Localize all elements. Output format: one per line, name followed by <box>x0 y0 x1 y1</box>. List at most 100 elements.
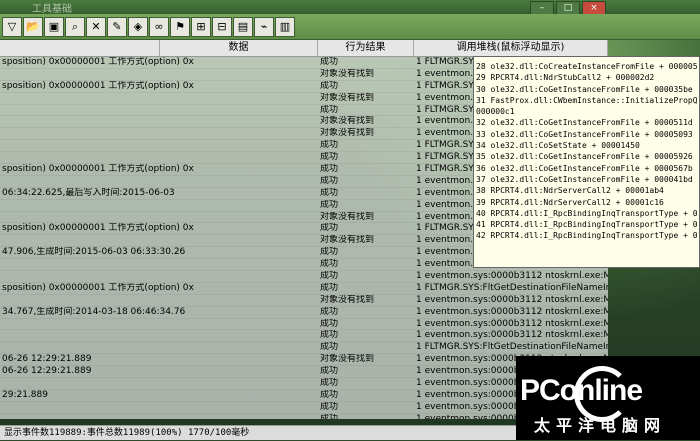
cell-data <box>0 378 318 389</box>
toolbar: ▽ 📂 ▣ ⌕ ✕ ✎ ◈ ∞ ⚑ ⊞ ⊟ ▤ ⌁ ▥ <box>0 14 700 40</box>
table-row[interactable]: sposition) 0x00000001 工作方式(option) 0x 成功 1… <box>0 283 608 295</box>
stack-frame-line: 35 ole32.dll:CoGetInstanceFromFile + 000… <box>476 152 693 162</box>
cell-data: 29:21.889 <box>2 389 48 400</box>
column-header-stack[interactable]: 调用堆栈(鼠标浮动显示) <box>414 40 608 56</box>
cell-data <box>0 140 318 151</box>
cell-stack: 1 eventmon.sys:0000b3112 ntoskrnl.exe:Mm… <box>416 271 608 282</box>
window-title-bar: 工具基础 – □ × <box>0 0 700 15</box>
find-icon[interactable]: ⌕ <box>65 16 85 37</box>
table-row[interactable]: 对象没有找到 1 eventmon.sys:0000b3112 ntoskrnl.… <box>0 295 608 307</box>
column-header-data[interactable]: 数据 <box>160 40 318 56</box>
cell-result: 成功 <box>320 366 339 377</box>
cell-result: 成功 <box>320 389 339 400</box>
cell-result: 成功 <box>320 175 339 186</box>
filter-icon[interactable]: ▽ <box>2 16 22 37</box>
cell-data <box>0 105 318 116</box>
cell-result: 对象没有找到 <box>320 68 375 79</box>
cell-data <box>0 235 318 246</box>
logo-latin: PConline <box>520 374 643 407</box>
cell-result: 成功 <box>320 330 339 341</box>
maximize-button[interactable]: □ <box>556 1 580 15</box>
cell-result: 成功 <box>320 164 339 175</box>
cell-result: 对象没有找到 <box>320 294 375 305</box>
stack-frame-line: 32 ole32.dll:CoGetInstanceFromFile + 000… <box>476 118 693 128</box>
save-icon[interactable]: ▣ <box>44 16 64 37</box>
cell-result: 成功 <box>320 259 339 270</box>
cell-stack: 1 eventmon.sys:0000b3112 ntoskrnl.exe:Mm… <box>416 306 608 317</box>
cell-data <box>0 152 318 163</box>
cell-data: sposition) 0x00000001 工作方式(option) 0x <box>2 223 194 234</box>
cell-result: 成功 <box>320 247 339 258</box>
cell-result: 对象没有找到 <box>320 354 375 365</box>
stack-frame-line: 33 ole32.dll:CoGetInstanceFromFile + 000… <box>476 129 693 139</box>
cell-data <box>0 330 318 341</box>
cell-data <box>0 212 318 223</box>
binoculars-icon[interactable]: ∞ <box>149 16 169 37</box>
cell-result: 成功 <box>320 271 339 282</box>
table-row[interactable]: 成功 1 FLTMGR.SYS:FltGetDestinationFileName… <box>0 342 608 355</box>
cell-result: 成功 <box>320 342 339 353</box>
stack-frame-line: 31 FastProx.dll:CWbemInstance::Initializ… <box>476 95 697 105</box>
highlight-icon[interactable]: ◈ <box>128 16 148 37</box>
close-button[interactable]: × <box>582 1 606 15</box>
cell-result: 成功 <box>320 140 339 151</box>
table-row[interactable]: 成功 1 eventmon.sys:0000b3112 ntoskrnl.exe:… <box>0 271 608 283</box>
profiling-icon[interactable]: ▥ <box>275 16 295 37</box>
stack-frame-line: 41 RPCRT4.dll:I_RpcBindingInqTransportTy… <box>476 220 697 230</box>
flag-icon[interactable]: ⚑ <box>170 16 190 37</box>
cell-data <box>0 200 318 211</box>
cell-result: 对象没有找到 <box>320 116 375 127</box>
stack-frame-line: 38 RPCRT4.dll:NdrServerCall2 + 00001ab4 <box>476 186 664 196</box>
cell-stack: 1 FLTMGR.SYS:FltGetDestinationFileNameIn… <box>416 282 608 293</box>
registry-icon[interactable]: ⊟ <box>212 16 232 37</box>
cell-result: 成功 <box>320 199 339 210</box>
stack-frame-line: 39 RPCRT4.dll:NdrServerCall2 + 00001c16 <box>476 197 664 207</box>
cell-result: 成功 <box>320 306 339 317</box>
cell-data <box>0 116 318 127</box>
cell-result: 对象没有找到 <box>320 235 375 246</box>
cell-data <box>0 402 318 413</box>
open-icon[interactable]: 📂 <box>23 16 43 37</box>
window-title: 工具基础 <box>32 4 72 15</box>
cell-data: 47.906,生成时间:2015-06-03 06:33:30.26 <box>2 247 186 258</box>
column-header-result[interactable]: 行为结果 <box>318 40 414 56</box>
column-header-detail[interactable] <box>0 40 160 56</box>
cell-data: 06-26 12:29:21.889 <box>2 366 92 377</box>
cell-data <box>0 128 318 139</box>
cell-data <box>0 176 318 187</box>
cell-data: 34.767,生成时间:2014-03-18 06:46:34.76 <box>2 306 186 317</box>
stack-frame-line: 000000c1 <box>476 107 515 117</box>
cell-data: sposition) 0x00000001 工作方式(option) 0x <box>2 80 194 91</box>
cell-result: 成功 <box>320 104 339 115</box>
cell-data: 06-26 12:29:21.889 <box>2 354 92 365</box>
stack-frame-line: 30 ole32.dll:CoGetInstanceFromFile + 000… <box>476 84 693 94</box>
cell-data: sposition) 0x00000001 工作方式(option) 0x <box>2 164 194 175</box>
table-row[interactable]: 成功 1 eventmon.sys:0000b3112 ntoskrnl.exe:… <box>0 319 608 331</box>
table-row[interactable]: 成功 1 eventmon.sys:0000b3112 ntoskrnl.exe:… <box>0 330 608 343</box>
network-icon[interactable]: ⌁ <box>254 16 274 37</box>
cell-data <box>0 259 318 270</box>
stack-frame-line: 34 ole32.dll:CoSetState + 00001450 <box>476 141 640 151</box>
pconline-watermark: PConline 太平洋电脑网 <box>516 356 700 440</box>
cell-result: 成功 <box>320 318 339 329</box>
cell-data: sposition) 0x00000001 工作方式(option) 0x <box>2 282 194 293</box>
stack-frame-line: 29 RPCRT4.dll:NdrStubCall2 + 000002d2 <box>476 73 655 83</box>
cell-result: 成功 <box>320 282 339 293</box>
table-row[interactable]: 34.767,生成时间:2014-03-18 06:46:34.76 成功 1 ev… <box>0 307 608 319</box>
minimize-button[interactable]: – <box>530 1 554 15</box>
cell-stack: 1 eventmon.sys:0000b3112 ntoskrnl.exe:Mm… <box>416 294 608 305</box>
file-icon[interactable]: ▤ <box>233 16 253 37</box>
cell-data: 06:34:22.625,最后写入时间:2015-06-03 <box>2 187 175 198</box>
cell-data <box>0 93 318 104</box>
call-stack-tooltip: 28 ole32.dll:CoCreateInstanceFromFile + … <box>473 56 700 268</box>
cell-stack: 1 eventmon.sys:0000b3112 ntoskrnl.exe:Mm… <box>416 318 608 329</box>
stack-frame-line: 40 RPCRT4.dll:I_RpcBindingInqTransportTy… <box>476 208 697 218</box>
cell-data <box>0 295 318 306</box>
cell-data <box>0 319 318 330</box>
cell-result: 对象没有找到 <box>320 211 375 222</box>
cell-result: 成功 <box>320 80 339 91</box>
process-tree-icon[interactable]: ⊞ <box>191 16 211 37</box>
cell-result: 成功 <box>320 57 339 67</box>
delete-icon[interactable]: ✕ <box>86 16 106 37</box>
edit-icon[interactable]: ✎ <box>107 16 127 37</box>
